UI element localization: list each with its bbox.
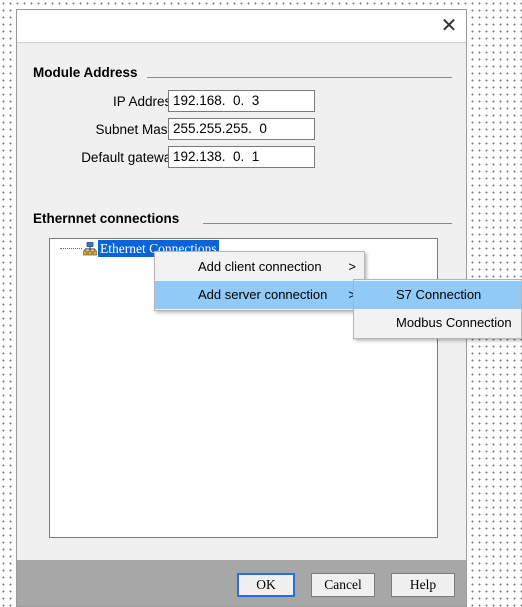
title-bar: ✕ (17, 10, 466, 43)
menu-item-label: Add server connection (198, 287, 328, 302)
tree-connector (60, 248, 82, 249)
menu-item-label: Modbus Connection (396, 315, 512, 330)
default-gateway-field[interactable]: 192.138. 0. 1 (168, 146, 315, 168)
ethernet-connections-title: Ethernnet connections (33, 211, 186, 226)
help-button[interactable]: Help (391, 573, 455, 597)
close-icon[interactable]: ✕ (438, 15, 460, 37)
menu-item-label: S7 Connection (396, 287, 482, 302)
module-address-title: Module Address (33, 65, 144, 80)
button-bar: OK Cancel Help (17, 560, 466, 606)
subnet-mask-field[interactable]: 255.255.255. 0 (168, 118, 315, 140)
menu-item-modbus-connection[interactable]: Modbus Connection (354, 309, 521, 337)
server-connection-submenu: S7 Connection Modbus Connection (353, 279, 522, 339)
group-divider (203, 223, 452, 224)
ip-address-field[interactable]: 192.168. 0. 3 (168, 90, 315, 112)
ok-button[interactable]: OK (237, 573, 295, 597)
subnet-mask-label: Subnet Mask: (95, 122, 178, 137)
cancel-button[interactable]: Cancel (311, 573, 375, 597)
menu-item-add-server-connection[interactable]: Add server connection > (155, 281, 364, 309)
network-icon (83, 242, 97, 256)
menu-item-label: Add client connection (198, 259, 322, 274)
default-gateway-label: Default gateway (81, 150, 178, 165)
menu-item-s7-connection[interactable]: S7 Connection (354, 281, 521, 309)
chevron-right-icon: > (348, 259, 356, 274)
group-divider (147, 77, 452, 78)
menu-item-add-client-connection[interactable]: Add client connection > (155, 253, 364, 281)
context-menu: Add client connection > Add server conne… (154, 251, 365, 311)
